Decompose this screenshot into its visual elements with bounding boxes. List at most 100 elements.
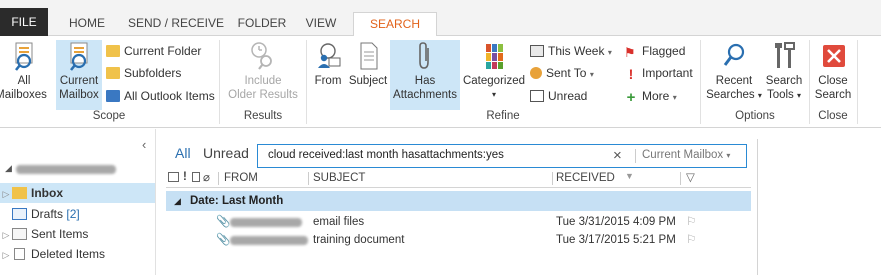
more-filters-dropdown[interactable]: + More ▾ — [624, 86, 677, 106]
group-header-row[interactable]: ◢ Date: Last Month — [166, 191, 751, 211]
tab-search[interactable]: SEARCH — [353, 12, 437, 37]
flag-icon: ⚑ — [624, 45, 636, 60]
message-received: Tue 3/31/2015 4:09 PM — [556, 216, 676, 228]
flag-icon[interactable]: ⚐ — [686, 213, 696, 231]
current-mailbox-button[interactable]: Current Mailbox — [56, 40, 102, 110]
current-folder-button[interactable]: Current Folder — [106, 41, 201, 61]
tab-home[interactable]: HOME — [57, 12, 117, 36]
search-tools-button[interactable]: Search Tools ▾ — [762, 40, 806, 103]
drafts-count: [2] — [66, 207, 80, 221]
close-search-label-1: Close — [818, 75, 848, 87]
flag-column-icon[interactable]: ▽ — [686, 170, 695, 184]
search-icon — [717, 40, 751, 72]
column-from[interactable]: FROM — [224, 172, 258, 184]
expand-triangle-icon: ▷ — [2, 189, 10, 199]
has-attachments-button[interactable]: Has Attachments — [390, 40, 460, 110]
folder-sent-items[interactable]: ▷ Sent Items — [0, 224, 89, 244]
categorized-label: Categorized — [462, 75, 525, 87]
folder-pane: ‹ ◢ ▷ Inbox Drafts [2] ▷ Sent Items ▷ Delet… — [0, 129, 156, 275]
plus-icon: + — [626, 89, 636, 106]
subject-button[interactable]: Subject — [347, 40, 389, 88]
subfolders-button[interactable]: Subfolders — [106, 63, 181, 83]
envelope-icon — [530, 90, 544, 102]
options-group-label: Options — [735, 110, 775, 122]
subfolders-label: Subfolders — [124, 66, 182, 80]
list-item[interactable]: 📎 training document Tue 3/17/2015 5:21 P… — [166, 231, 751, 249]
sender-redacted — [230, 236, 308, 245]
all-outlook-items-icon — [106, 90, 120, 102]
filter-unread[interactable]: Unread — [203, 145, 249, 161]
drafts-icon — [12, 208, 27, 220]
column-divider — [552, 172, 553, 185]
calendar-icon — [530, 45, 544, 57]
clear-search-icon[interactable]: × — [613, 147, 622, 164]
folder-inbox[interactable]: ▷ Inbox — [0, 183, 155, 203]
search-input[interactable]: cloud received:last month hasattachments… — [268, 149, 504, 161]
folder-icon — [106, 45, 120, 57]
has-attachments-label-2: Attachments — [393, 89, 457, 101]
tab-view[interactable]: VIEW — [296, 12, 346, 36]
exclamation-icon: ! — [628, 66, 634, 82]
chevron-down-icon: ▾ — [607, 48, 612, 57]
folder-deleted-items[interactable]: ▷ Deleted Items — [0, 244, 106, 264]
collapse-pane-chevron-icon[interactable]: ‹ — [142, 137, 146, 152]
reading-pane-divider[interactable] — [757, 139, 758, 275]
current-mailbox-icon — [62, 40, 96, 72]
flagged-filter-button[interactable]: ⚑ Flagged — [624, 41, 685, 61]
folder-drafts[interactable]: Drafts [2] — [0, 204, 80, 224]
column-divider — [680, 172, 681, 185]
has-attachments-label-1: Has — [414, 75, 436, 87]
icon-column-icon[interactable] — [192, 172, 200, 182]
chevron-down-icon: ▾ — [589, 70, 594, 79]
document-icon — [351, 40, 385, 72]
chevron-down-icon: ▾ — [491, 90, 496, 99]
all-outlook-items-button[interactable]: All Outlook Items — [106, 86, 215, 106]
reminder-column-icon[interactable] — [168, 172, 179, 182]
filter-all[interactable]: All — [175, 145, 191, 161]
account-name-redacted — [16, 165, 116, 174]
column-subject[interactable]: SUBJECT — [313, 172, 365, 184]
importance-column-icon[interactable]: ! — [183, 171, 187, 183]
all-outlook-items-label: All Outlook Items — [124, 89, 215, 103]
include-older-results-button[interactable]: Include Older Results — [226, 40, 300, 102]
inbox-icon — [12, 187, 27, 199]
column-received[interactable]: RECEIVED — [556, 172, 615, 184]
search-scope-dropdown[interactable]: Current Mailbox ▾ — [642, 149, 730, 161]
search-scope-divider — [635, 149, 636, 163]
scope-group-label: Scope — [92, 110, 126, 122]
important-filter-button[interactable]: ! Important — [624, 63, 693, 83]
from-button[interactable]: From — [310, 40, 346, 88]
paperclip-icon — [408, 40, 442, 72]
collapse-triangle-icon[interactable]: ◢ — [174, 191, 181, 211]
this-week-dropdown[interactable]: This Week ▾ — [530, 41, 612, 61]
this-week-label: This Week — [548, 44, 605, 58]
include-older-label-2: Older Results — [228, 89, 298, 101]
list-item[interactable]: 📎 email files Tue 3/31/2015 4:09 PM ⚐ — [166, 213, 751, 231]
chevron-down-icon: ▾ — [672, 93, 677, 102]
recent-searches-button[interactable]: Recent Searches ▾ — [704, 40, 764, 103]
ribbon: All Mailboxes Current Mailbox Current Fo… — [0, 36, 881, 128]
trash-icon — [14, 248, 25, 260]
chevron-down-icon: ▾ — [726, 151, 731, 160]
group-label: Date: Last Month — [190, 195, 284, 207]
categorize-icon — [477, 40, 511, 72]
search-tools-label-2: Tools ▾ — [762, 88, 806, 103]
instant-search-box[interactable]: cloud received:last month hasattachments… — [257, 144, 747, 168]
current-mailbox-label-1: Current — [59, 75, 99, 87]
search-tools-text: Tools — [766, 89, 794, 101]
tab-file[interactable]: FILE — [0, 8, 48, 36]
all-mailboxes-button[interactable]: All Mailboxes — [0, 40, 48, 102]
tab-folder[interactable]: FOLDER — [233, 12, 291, 36]
attachment-column-icon[interactable]: ⌀ — [203, 170, 210, 184]
all-mailboxes-label-1: All — [17, 75, 31, 87]
categorized-button[interactable]: Categorized ▾ — [462, 40, 526, 102]
subject-label: Subject — [348, 75, 388, 87]
unread-filter-button[interactable]: Unread — [530, 86, 587, 106]
flag-icon[interactable]: ⚐ — [686, 231, 696, 249]
account-row[interactable]: ◢ — [0, 162, 150, 178]
close-search-button[interactable]: Close Search — [812, 40, 854, 102]
tab-send-receive[interactable]: SEND / RECEIVE — [124, 12, 228, 36]
include-older-label-1: Include — [244, 75, 282, 87]
message-subject: training document — [313, 234, 405, 246]
sent-to-dropdown[interactable]: Sent To ▾ — [530, 63, 594, 83]
